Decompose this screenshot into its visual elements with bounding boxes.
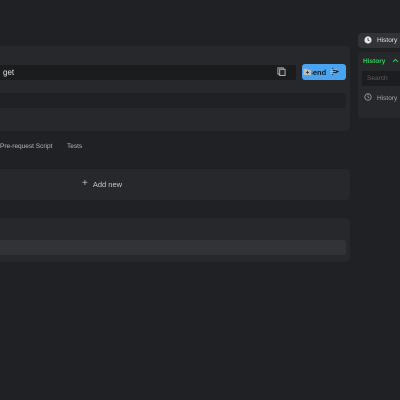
clock-icon [364, 93, 372, 103]
params-panel: + Add new [0, 169, 350, 200]
request-panel: get [0, 46, 350, 131]
tab-tests[interactable]: Tests [67, 143, 82, 150]
history-toggle-button[interactable]: History [358, 33, 400, 48]
secondary-input[interactable] [0, 93, 346, 108]
history-toggle-label: History [377, 37, 398, 44]
history-item-label: History [377, 94, 398, 102]
folder-add-icon[interactable] [302, 66, 313, 77]
history-section-label: History [363, 58, 386, 65]
history-search-input[interactable] [362, 71, 400, 86]
clock-icon [364, 35, 372, 46]
chevron-up-icon [392, 57, 399, 66]
plus-icon: + [82, 178, 88, 189]
wrap-lines-icon[interactable] [328, 66, 339, 77]
history-list-item[interactable]: History [364, 93, 397, 103]
add-new-button[interactable]: + Add new [82, 178, 122, 190]
copy-icon[interactable] [276, 66, 287, 77]
history-section-header[interactable]: History [363, 57, 399, 66]
url-input[interactable]: get [0, 65, 296, 80]
add-new-label: Add new [92, 179, 123, 189]
tab-pre-request-script[interactable]: Pre-request Script [0, 143, 52, 150]
response-panel [0, 218, 350, 262]
history-panel: History History [358, 52, 400, 118]
response-field[interactable] [0, 240, 346, 255]
